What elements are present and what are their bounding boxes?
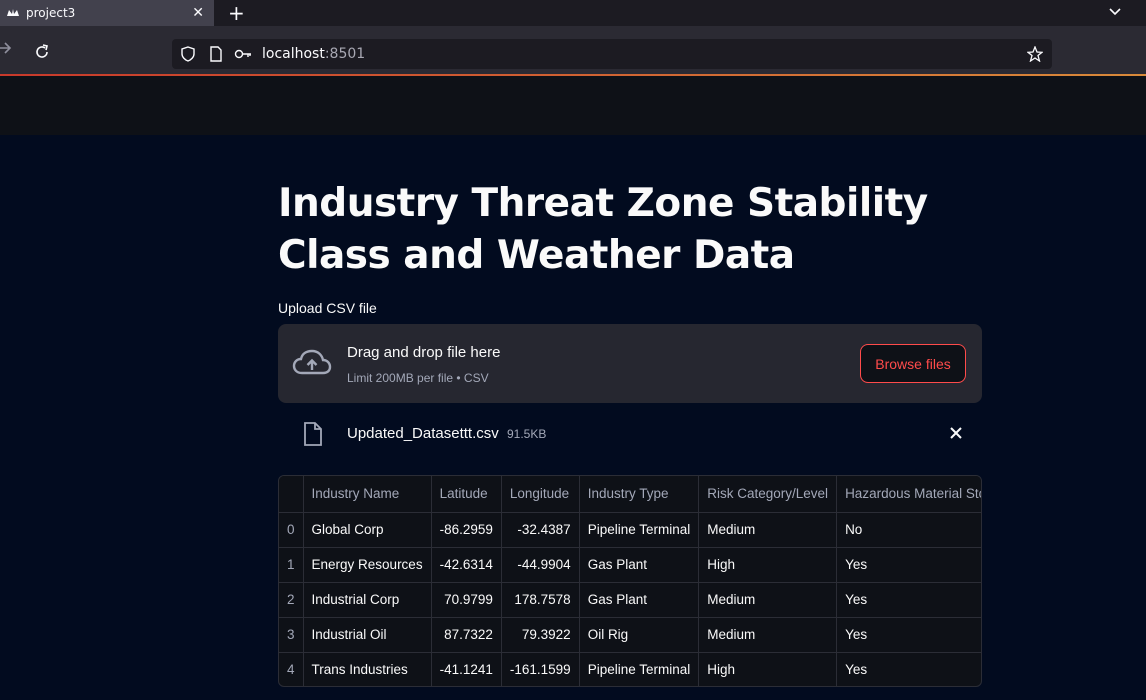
table-cell[interactable]: Global Corp [303,512,432,548]
dataframe-table[interactable]: Industry Name Latitude Longitude Industr… [278,475,982,687]
table-cell[interactable]: -86.2959 [431,512,502,548]
table-cell[interactable]: Energy Resources [303,547,432,583]
table-cell[interactable]: Trans Industries [303,652,432,686]
table-cell[interactable]: Gas Plant [579,582,700,618]
table-cell[interactable]: Medium [698,582,838,618]
key-icon[interactable] [234,46,252,67]
reload-icon[interactable] [34,44,50,65]
table-cell[interactable]: 0 [279,512,304,548]
column-header[interactable]: Industry Type [579,476,700,513]
forward-icon[interactable] [0,40,14,61]
table-cell[interactable]: Yes [836,617,981,653]
table-header-row: Industry Name Latitude Longitude Industr… [279,476,981,513]
table-cell[interactable]: -161.1599 [501,652,580,686]
table-cell[interactable]: 4 [279,652,304,686]
table-cell[interactable]: Industrial Oil [303,617,432,653]
tab-title: project3 [26,6,76,20]
table-cell[interactable]: Oil Rig [579,617,700,653]
table-cell[interactable]: Yes [836,582,981,618]
column-header[interactable]: Hazardous Material Sto [836,476,981,513]
dropzone-instructions: Drag and drop file here [347,344,501,361]
table-cell[interactable]: 70.9799 [431,582,502,618]
bookmark-star-icon[interactable] [1026,45,1044,67]
table-row: 1 Energy Resources -42.6314 -44.9904 Gas… [279,547,981,583]
table-cell[interactable]: 3 [279,617,304,653]
table-cell[interactable]: 87.7322 [431,617,502,653]
column-header[interactable]: Latitude [431,476,502,513]
address-bar[interactable]: localhost:8501 [172,39,1052,69]
url-text: localhost:8501 [262,46,365,62]
table-cell[interactable]: Medium [698,512,838,548]
table-cell[interactable]: No [836,512,981,548]
streamlit-favicon-icon [6,6,20,20]
table-cell[interactable]: Medium [698,617,838,653]
table-cell[interactable]: -44.9904 [501,547,580,583]
dropzone-limit: Limit 200MB per file • CSV [347,371,489,385]
browser-nav-bar: localhost:8501 [0,26,1146,74]
browser-tab[interactable]: project3 ✕ [0,0,214,26]
column-header[interactable] [279,476,304,513]
table-cell[interactable]: -42.6314 [431,547,502,583]
table-cell[interactable]: 2 [279,582,304,618]
shield-icon[interactable] [180,46,196,67]
url-host: localhost [262,46,325,62]
table-cell[interactable]: Yes [836,547,981,583]
table-cell[interactable]: 79.3922 [501,617,580,653]
close-icon[interactable] [948,425,964,446]
browse-files-button[interactable]: Browse files [860,344,966,383]
chevron-down-icon[interactable] [1108,4,1122,22]
column-header[interactable]: Longitude [501,476,580,513]
column-header[interactable]: Industry Name [303,476,432,513]
upload-label: Upload CSV file [278,300,377,316]
new-tab-icon[interactable]: + [228,1,245,25]
table-cell[interactable]: 178.7578 [501,582,580,618]
column-header[interactable]: Risk Category/Level [698,476,838,513]
table-row: 3 Industrial Oil 87.7322 79.3922 Oil Rig… [279,617,981,653]
uploaded-file-row: Updated_Datasettt.csv 91.5KB [278,416,982,454]
file-name: Updated_Datasettt.csv [347,425,499,442]
page-title: Industry Threat Zone Stability Class and… [278,181,928,278]
tab-close-icon[interactable]: ✕ [192,4,204,21]
table-cell[interactable]: -32.4387 [501,512,580,548]
table-cell[interactable]: High [698,547,838,583]
url-port: :8501 [324,46,366,62]
cloud-upload-icon [292,348,332,383]
table-cell[interactable]: 1 [279,547,304,583]
browser-tab-bar: project3 ✕ + [0,0,1146,26]
table-row: 0 Global Corp -86.2959 -32.4387 Pipeline… [279,512,981,548]
table-row: 4 Trans Industries -41.1241 -161.1599 Pi… [279,652,981,686]
page-icon[interactable] [209,46,223,67]
table-cell[interactable]: Pipeline Terminal [579,652,700,686]
table-cell[interactable]: Industrial Corp [303,582,432,618]
app-header [0,76,1146,135]
file-icon [302,421,324,452]
table-cell[interactable]: High [698,652,838,686]
table-row: 2 Industrial Corp 70.9799 178.7578 Gas P… [279,582,981,618]
table-cell[interactable]: Gas Plant [579,547,700,583]
table-cell[interactable]: Yes [836,652,981,686]
table-cell[interactable]: Pipeline Terminal [579,512,700,548]
file-size: 91.5KB [507,427,547,441]
table-cell[interactable]: -41.1241 [431,652,502,686]
file-dropzone[interactable]: Drag and drop file here Limit 200MB per … [278,324,982,403]
